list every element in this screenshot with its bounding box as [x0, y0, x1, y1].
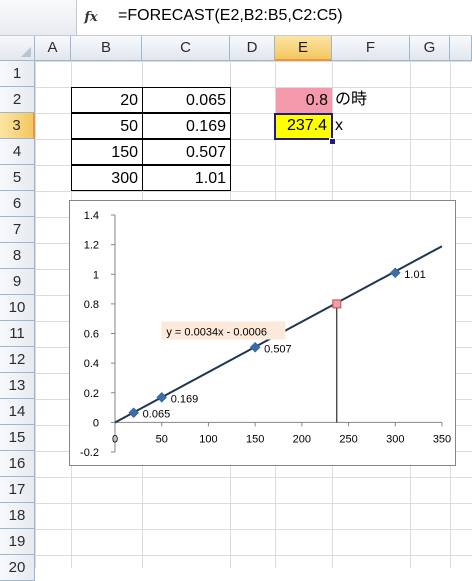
row-header-19[interactable]: 19	[0, 529, 35, 555]
data-label: 0.169	[171, 393, 199, 405]
row-header-11[interactable]: 11	[0, 321, 35, 347]
select-all-icon	[21, 47, 31, 57]
cell-b4[interactable]: 150	[71, 139, 143, 165]
insert-function-button[interactable]: fx	[80, 8, 102, 28]
x-tick-label: 350	[433, 433, 451, 445]
cell-e3-selected[interactable]: 237.4	[274, 113, 333, 140]
y-tick-label: 0.6	[84, 329, 99, 341]
x-tick-label: 150	[246, 433, 264, 445]
cell-b2[interactable]: 20	[71, 87, 143, 113]
row-header-3[interactable]: 3	[0, 113, 35, 139]
column-header-e[interactable]: E	[275, 36, 332, 61]
row-header-5[interactable]: 5	[0, 165, 35, 191]
fill-handle[interactable]	[329, 138, 336, 145]
cell-b5[interactable]: 300	[71, 165, 143, 191]
x-tick-label: 250	[339, 433, 357, 445]
data-point-marker	[156, 391, 168, 403]
y-tick-label: 0.4	[84, 358, 99, 370]
row-header-10[interactable]: 10	[0, 295, 35, 321]
row-header-12[interactable]: 12	[0, 347, 35, 373]
cell-c3[interactable]: 0.169	[142, 113, 231, 139]
data-label: 0.507	[264, 343, 292, 355]
row-header-9[interactable]: 9	[0, 269, 35, 295]
data-point-marker	[128, 407, 140, 419]
trendline-equation: y = 0.0034x - 0.0006	[166, 327, 267, 339]
column-header-g[interactable]: G	[410, 36, 450, 61]
forecast-point-marker	[332, 299, 342, 309]
row-header-6[interactable]: 6	[0, 191, 35, 217]
x-tick-label: 300	[386, 433, 404, 445]
x-tick-label: 50	[156, 433, 168, 445]
x-tick-label: 200	[293, 433, 311, 445]
cell-c4[interactable]: 0.507	[142, 139, 231, 165]
scatter-chart[interactable]: -0.2 0 0.2 0.4 0.6 0.8 1 1.2 1.4 0 50 100 150 200 250 3…	[69, 200, 456, 466]
data-label: 1.01	[404, 269, 425, 281]
cell-c5[interactable]: 1.01	[142, 165, 231, 191]
row-header-16[interactable]: 16	[0, 451, 35, 477]
y-tick-label: 0	[93, 417, 99, 429]
row-header-8[interactable]: 8	[0, 243, 35, 269]
y-tick-label: 0.2	[84, 388, 99, 400]
select-all-button[interactable]	[0, 36, 35, 61]
cell-c2[interactable]: 0.065	[142, 87, 231, 113]
row-header-13[interactable]: 13	[0, 373, 35, 399]
y-tick-label: 1.4	[84, 210, 99, 222]
column-header-a[interactable]: A	[35, 36, 71, 61]
formula-bar: fx =FORECAST(E2,B2:B5,C2:C5)	[0, 0, 472, 36]
formula-input[interactable]: =FORECAST(E2,B2:B5,C2:C5)	[118, 7, 343, 25]
y-tick-label: 0.8	[84, 299, 99, 311]
name-box[interactable]	[0, 0, 77, 35]
row-header-20[interactable]: 20	[0, 555, 35, 581]
row-header-17[interactable]: 17	[0, 477, 35, 503]
y-tick-label: 1	[93, 269, 99, 281]
cell-b3[interactable]: 50	[71, 113, 143, 139]
column-header-f[interactable]: F	[332, 36, 410, 61]
y-tick-label: 1.2	[84, 240, 99, 252]
chart-plot-area: -0.2 0 0.2 0.4 0.6 0.8 1 1.2 1.4 0 50 100 150 200 250 3…	[80, 210, 451, 459]
data-point-marker	[249, 341, 261, 353]
cell-f2[interactable]: の時	[335, 87, 409, 113]
x-tick-label: 100	[199, 433, 217, 445]
row-header-2[interactable]: 2	[0, 87, 35, 113]
row-header-15[interactable]: 15	[0, 425, 35, 451]
row-header-14[interactable]: 14	[0, 399, 35, 425]
column-header-c[interactable]: C	[142, 36, 230, 61]
y-tick-label: -0.2	[80, 447, 99, 459]
column-header-partial[interactable]	[450, 36, 472, 61]
data-label: 0.065	[143, 409, 171, 421]
x-tick-label: 0	[112, 433, 118, 445]
column-header-d[interactable]: D	[230, 36, 275, 61]
row-header-18[interactable]: 18	[0, 503, 35, 529]
cell-e2[interactable]: 0.8	[276, 88, 332, 113]
column-header-b[interactable]: B	[71, 36, 142, 61]
row-header-1[interactable]: 1	[0, 61, 35, 87]
row-header-7[interactable]: 7	[0, 217, 35, 243]
cell-f3[interactable]: x	[335, 113, 409, 139]
row-header-4[interactable]: 4	[0, 139, 35, 165]
